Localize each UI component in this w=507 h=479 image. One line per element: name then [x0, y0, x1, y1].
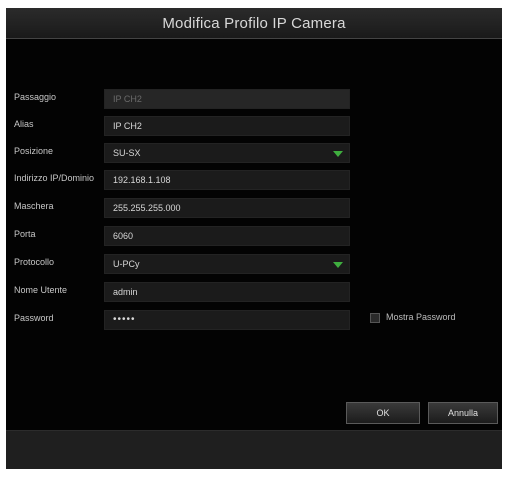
- row-passaggio: Passaggio IP CH2: [6, 89, 502, 111]
- alias-input[interactable]: IP CH2: [104, 116, 350, 136]
- row-nome-utente: Nome Utente admin: [6, 282, 502, 304]
- protocollo-select[interactable]: U-PCy: [104, 254, 350, 274]
- screen: Modifica Profilo IP Camera Passaggio IP …: [0, 0, 507, 479]
- password-input[interactable]: •••••: [104, 310, 350, 330]
- nome-utente-label: Nome Utente: [14, 285, 68, 295]
- row-posizione: Posizione SU-SX: [6, 143, 502, 165]
- maschera-input[interactable]: 255.255.255.000: [104, 198, 350, 218]
- protocollo-label: Protocollo: [14, 257, 55, 267]
- checkbox-icon[interactable]: [370, 313, 380, 323]
- indirizzo-input[interactable]: 192.168.1.108: [104, 170, 350, 190]
- dialog-footer: [6, 430, 502, 469]
- annulla-button[interactable]: Annulla: [428, 402, 498, 424]
- row-indirizzo: Indirizzo IP/Dominio 192.168.1.108: [6, 170, 502, 192]
- row-alias: Alias IP CH2: [6, 116, 502, 138]
- passaggio-label: Passaggio: [14, 92, 57, 102]
- alias-label: Alias: [14, 119, 34, 129]
- protocollo-value: U-PCy: [113, 259, 140, 269]
- row-porta: Porta 6060: [6, 226, 502, 248]
- password-label: Password: [14, 313, 54, 323]
- indirizzo-label: Indirizzo IP/Dominio: [14, 173, 95, 183]
- dialog-titlebar: Modifica Profilo IP Camera: [6, 8, 502, 39]
- ok-button[interactable]: OK: [346, 402, 420, 424]
- row-protocollo: Protocollo U-PCy: [6, 254, 502, 276]
- row-maschera: Maschera 255.255.255.000: [6, 198, 502, 220]
- chevron-down-icon: [333, 151, 343, 157]
- porta-label: Porta: [14, 229, 36, 239]
- mostra-password-label: Mostra Password: [386, 312, 456, 322]
- maschera-label: Maschera: [14, 201, 54, 211]
- chevron-down-icon: [333, 262, 343, 268]
- passaggio-field: IP CH2: [104, 89, 350, 109]
- porta-input[interactable]: 6060: [104, 226, 350, 246]
- ip-camera-profile-dialog: Modifica Profilo IP Camera Passaggio IP …: [6, 8, 502, 469]
- posizione-select[interactable]: SU-SX: [104, 143, 350, 163]
- nome-utente-input[interactable]: admin: [104, 282, 350, 302]
- posizione-value: SU-SX: [113, 148, 141, 158]
- dialog-title: Modifica Profilo IP Camera: [162, 15, 346, 32]
- posizione-label: Posizione: [14, 146, 54, 156]
